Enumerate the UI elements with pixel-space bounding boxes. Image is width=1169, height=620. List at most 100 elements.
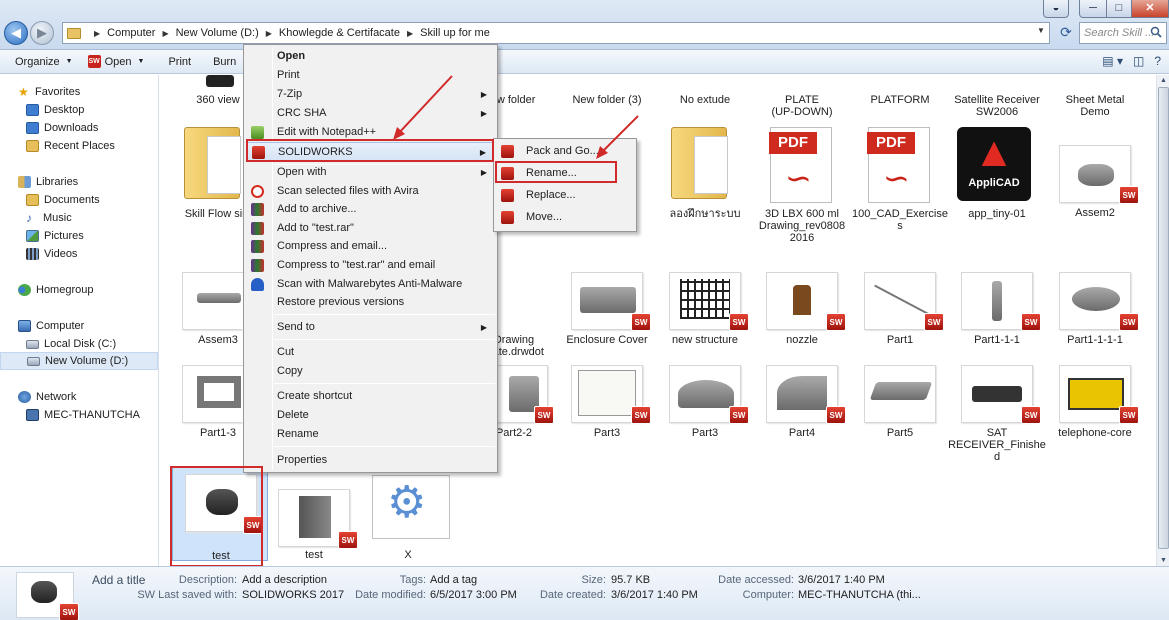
description-field[interactable]: Add a description xyxy=(242,574,327,586)
sidebar-item-pictures[interactable]: Pictures xyxy=(0,227,158,245)
file-item-part[interactable]: SW nozzle xyxy=(754,272,850,366)
file-item-part[interactable]: Part5 xyxy=(852,365,948,459)
file-label: Part1 xyxy=(886,334,914,346)
organize-menu[interactable]: Organize ▼ xyxy=(15,56,73,68)
file-item-part[interactable]: SW telephone-core xyxy=(1047,365,1143,459)
menu-item-rename[interactable]: Rename xyxy=(246,425,495,444)
menu-item-open-with[interactable]: Open with ▶ xyxy=(246,163,495,182)
file-item-pdf[interactable]: PDF ∽ 100_CAD_Exercise s xyxy=(852,125,948,232)
desktop-icon xyxy=(26,104,39,116)
menu-item-compress-test-email[interactable]: Compress to "test.rar" and email xyxy=(246,256,495,275)
file-item-drawing[interactable]: SW Part3 xyxy=(559,365,655,459)
sidebar-item-homegroup[interactable]: Homegroup xyxy=(0,281,158,299)
breadcrumb-computer[interactable]: Computer xyxy=(107,27,155,39)
chevron-right-icon[interactable]: ▶ xyxy=(266,29,272,38)
file-item-part[interactable]: SW Part3 xyxy=(657,365,753,459)
file-item-part[interactable]: SW Part4 xyxy=(754,365,850,459)
forward-button[interactable]: ▶ xyxy=(30,21,54,45)
refresh-icon[interactable]: ⟳ xyxy=(1056,22,1076,44)
menu-item-print[interactable]: Print xyxy=(246,66,495,85)
close-button[interactable]: ✕ xyxy=(1131,0,1169,18)
sidebar-item-network[interactable]: Network xyxy=(0,388,158,406)
sidebar-item-recent-places[interactable]: Recent Places xyxy=(0,137,158,155)
vertical-scrollbar[interactable]: ▲ ▼ xyxy=(1156,75,1169,566)
extra-window-icon[interactable]: ◒ xyxy=(1043,0,1069,18)
file-label: 100_CAD_Exercise s xyxy=(852,208,948,232)
pack-and-go-icon xyxy=(501,145,514,158)
part-shape xyxy=(1072,287,1120,311)
submenu-item-move[interactable]: Move... xyxy=(496,207,634,228)
minimize-button[interactable]: ─ xyxy=(1079,0,1107,18)
chevron-right-icon[interactable]: ▶ xyxy=(162,29,168,38)
address-dropdown-icon[interactable]: ▼ xyxy=(1037,26,1045,35)
file-item-app[interactable]: ▲ AppliCAD app_tiny-01 xyxy=(949,125,1045,220)
sidebar-item-mec-thanutcha[interactable]: MEC-THANUTCHA xyxy=(0,406,158,424)
preview-pane-icon[interactable]: ◫ xyxy=(1133,54,1144,68)
address-field[interactable]: ▶ Computer ▶ New Volume (D:) ▶ Khowlegde… xyxy=(62,22,1050,44)
chevron-right-icon[interactable]: ▶ xyxy=(407,29,413,38)
file-item-part[interactable]: SW Part1 xyxy=(852,272,948,366)
menu-item-add-archive[interactable]: Add to archive... xyxy=(246,200,495,219)
sidebar-item-favorites[interactable]: ★ Favorites xyxy=(0,83,158,101)
back-button[interactable]: ◀ xyxy=(4,21,28,45)
search-icon[interactable] xyxy=(1150,26,1162,38)
sidebar-item-downloads[interactable]: Downloads xyxy=(0,119,158,137)
applicad-logo-icon: ▲ AppliCAD xyxy=(957,127,1031,201)
menu-item-malwarebytes[interactable]: Scan with Malwarebytes Anti-Malware xyxy=(246,275,495,294)
maximize-button[interactable]: □ xyxy=(1106,0,1132,18)
submenu-item-pack-and-go[interactable]: Pack and Go... xyxy=(496,141,634,162)
sidebar-item-videos[interactable]: Videos xyxy=(0,245,158,263)
menu-item-copy[interactable]: Copy xyxy=(246,362,495,381)
sidebar-item-desktop[interactable]: Desktop xyxy=(0,101,158,119)
add-title-field[interactable]: Add a title xyxy=(92,573,145,587)
scroll-down-icon[interactable]: ▼ xyxy=(1157,555,1169,566)
file-item-part[interactable]: SW SAT RECEIVER_Finishe d xyxy=(948,365,1046,463)
sidebar-item-local-disk[interactable]: Local Disk (C:) xyxy=(0,335,158,353)
open-menu[interactable]: SW Open ▼ xyxy=(87,55,144,68)
burn-button[interactable]: Burn xyxy=(213,56,236,68)
menu-separator xyxy=(274,446,495,447)
file-item-test[interactable]: SW test xyxy=(266,467,362,561)
file-item-part[interactable]: SW Part1-1-1-1 xyxy=(1047,272,1143,366)
scroll-up-icon[interactable]: ▲ xyxy=(1157,75,1169,86)
menu-item-avira[interactable]: Scan selected files with Avira xyxy=(246,182,495,201)
file-item-part[interactable]: SW Part1-1-1 xyxy=(949,272,1045,366)
burn-label: Burn xyxy=(213,55,237,68)
change-view-icon[interactable]: ▤ ▾ xyxy=(1102,54,1123,68)
solidworks-badge-icon: SW xyxy=(631,406,651,424)
search-input[interactable]: Search Skill ... xyxy=(1079,22,1167,44)
help-icon[interactable]: ? xyxy=(1154,54,1161,68)
menu-item-7zip[interactable]: 7-Zip ▶ xyxy=(246,85,495,104)
sidebar-item-computer[interactable]: Computer xyxy=(0,317,158,335)
scrollbar-thumb[interactable] xyxy=(1158,87,1169,549)
sidebar-item-music[interactable]: ♪ Music xyxy=(0,209,158,227)
file-item-x[interactable]: ⚙ X xyxy=(360,467,456,561)
sidebar-item-documents[interactable]: Documents xyxy=(0,191,158,209)
tags-field[interactable]: Add a tag xyxy=(430,574,477,586)
breadcrumb-skill-up[interactable]: Skill up for me xyxy=(420,27,490,39)
details-thumbnail: SW xyxy=(16,572,79,620)
file-item-part[interactable]: SW Enclosure Cover xyxy=(559,272,655,366)
breadcrumb-new-volume[interactable]: New Volume (D:) xyxy=(176,27,259,39)
file-item-folder[interactable]: ลองฝึกษาระบบ xyxy=(657,125,753,220)
date-created-label: Date created: xyxy=(539,589,606,601)
menu-item-compress-email[interactable]: Compress and email... xyxy=(246,237,495,256)
menu-item-crc-sha[interactable]: CRC SHA ▶ xyxy=(246,104,495,123)
menu-item-add-test-rar[interactable]: Add to "test.rar" xyxy=(246,219,495,238)
file-item-assembly[interactable]: SW Assem2 xyxy=(1047,145,1143,239)
breadcrumb-knowledge[interactable]: Khowlegde & Certifacate xyxy=(279,27,400,39)
file-item-part[interactable]: SW new structure xyxy=(657,272,753,366)
menu-item-open[interactable]: Open xyxy=(246,47,495,66)
menu-item-restore-versions[interactable]: Restore previous versions xyxy=(246,293,495,312)
sidebar-item-new-volume[interactable]: New Volume (D:) xyxy=(0,352,158,370)
menu-item-send-to[interactable]: Send to ▶ xyxy=(246,318,495,337)
sidebar-item-libraries[interactable]: Libraries xyxy=(0,173,158,191)
menu-item-cut[interactable]: Cut xyxy=(246,343,495,362)
file-item-pdf[interactable]: PDF ∽ 3D LBX 600 ml Drawing_rev0808 2016 xyxy=(754,125,850,244)
menu-item-create-shortcut[interactable]: Create shortcut xyxy=(246,387,495,406)
menu-item-properties[interactable]: Properties xyxy=(246,451,495,470)
submenu-item-replace[interactable]: Replace... xyxy=(496,185,634,206)
print-button[interactable]: Print xyxy=(168,56,191,68)
menu-item-delete[interactable]: Delete xyxy=(246,406,495,425)
chevron-right-icon[interactable]: ▶ xyxy=(94,29,100,38)
